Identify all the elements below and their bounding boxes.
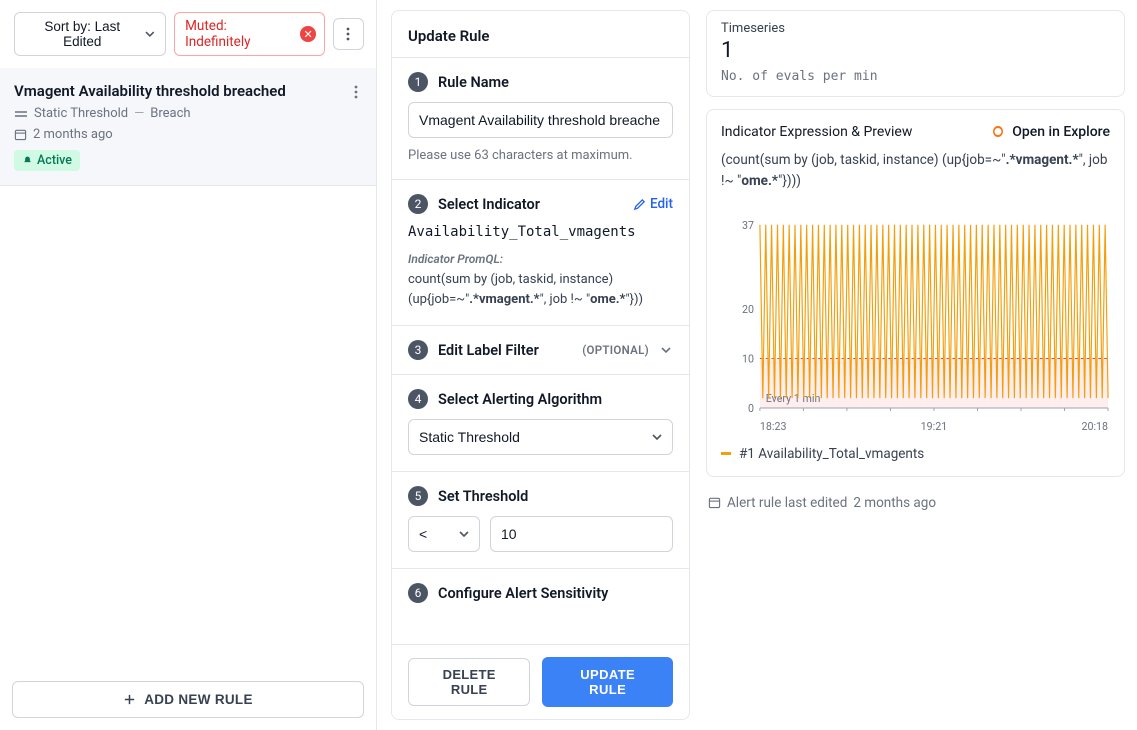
bell-icon	[22, 155, 33, 166]
rule-item-age: 2 months ago	[14, 127, 364, 142]
timeseries-hint: No. of evals per min	[721, 69, 1110, 84]
sidebar-more-button[interactable]	[333, 18, 364, 50]
caret-down-icon	[651, 431, 663, 443]
plus-icon	[123, 693, 136, 706]
step-alerting-algorithm: 4 Select Alerting Algorithm	[392, 374, 689, 471]
chart-legend: #1 Availability_Total_vmagents	[721, 446, 1110, 462]
chevron-down-icon	[659, 343, 673, 357]
step-title: Select Alerting Algorithm	[438, 391, 673, 408]
last-edited-row: Alert rule last edited 2 months ago	[706, 495, 1125, 511]
rules-sidebar: Sort by: Last Edited Muted: Indefinitely…	[0, 0, 377, 730]
step-number: 1	[408, 72, 428, 92]
indicator-name: Availability_Total_vmagents	[408, 224, 673, 240]
mute-filter-label: Muted: Indefinitely	[185, 18, 292, 50]
optional-tag: (OPTIONAL)	[582, 343, 649, 357]
rule-name-input[interactable]	[408, 102, 673, 138]
sort-by-button[interactable]: Sort by: Last Edited	[14, 12, 166, 56]
timeseries-label: Timeseries	[721, 21, 1110, 36]
step-title: Set Threshold	[438, 488, 673, 505]
step-select-indicator: 2 Select Indicator Edit Availability_Tot…	[392, 179, 689, 325]
step-label-filter[interactable]: 3 Edit Label Filter (OPTIONAL)	[392, 325, 689, 374]
sort-by-label: Sort by: Last Edited	[25, 19, 139, 49]
add-rule-button[interactable]: ADD NEW RULE	[12, 681, 364, 718]
mute-filter-chip[interactable]: Muted: Indefinitely ✕	[174, 12, 325, 56]
rule-item-subtitle: Static Threshold — Breach	[14, 106, 364, 121]
step-number: 4	[408, 389, 428, 409]
step-number: 2	[408, 194, 428, 214]
panel-footer: DELETE RULE UPDATE RULE	[392, 644, 689, 719]
calendar-icon	[14, 128, 27, 141]
threshold-value-input[interactable]	[490, 516, 673, 552]
rule-item-mode: Breach	[150, 106, 190, 121]
timeseries-value: 1	[721, 38, 1110, 63]
open-in-explore-link[interactable]: Open in Explore	[990, 124, 1110, 140]
indicator-expression-text: (count(sum by (job, taskid, instance) (u…	[721, 150, 1110, 192]
step-title: Configure Alert Sensitivity	[438, 585, 673, 602]
edit-indicator-link[interactable]: Edit	[633, 196, 673, 212]
update-rule-panel-container: Update Rule 1 Rule Name Please use 63 ch…	[377, 0, 702, 730]
step-rule-name: 1 Rule Name Please use 63 characters at …	[392, 57, 689, 179]
sidebar-toolbar: Sort by: Last Edited Muted: Indefinitely…	[0, 0, 376, 68]
delete-rule-button[interactable]: DELETE RULE	[408, 658, 530, 706]
legend-swatch	[721, 452, 731, 455]
panel-title: Update Rule	[392, 11, 689, 57]
threshold-icon	[14, 107, 28, 121]
chart-svg: 010203718:2319:2120:18Every 1 min	[721, 206, 1110, 436]
svg-text:20: 20	[742, 303, 754, 316]
rule-item-more-button[interactable]	[342, 78, 370, 110]
preview-chart: 010203718:2319:2120:18Every 1 min	[721, 206, 1110, 436]
rule-item-title: Vmagent Availability threshold breached	[14, 82, 364, 100]
kebab-icon	[348, 84, 364, 100]
caret-down-icon	[458, 528, 470, 540]
svg-text:37: 37	[742, 219, 754, 232]
rule-name-helper: Please use 63 characters at maximum.	[408, 148, 673, 163]
algorithm-select[interactable]	[408, 419, 673, 455]
step-set-threshold: 5 Set Threshold	[392, 471, 689, 568]
svg-text:10: 10	[742, 352, 754, 365]
step-title: Rule Name	[438, 74, 673, 91]
rule-item-type: Static Threshold	[34, 106, 128, 121]
caret-down-icon	[145, 29, 155, 39]
step-alert-sensitivity: 6 Configure Alert Sensitivity	[392, 568, 689, 609]
step-number: 5	[408, 486, 428, 506]
rule-status-badge: Active	[14, 150, 80, 171]
legend-label: #1 Availability_Total_vmagents	[739, 446, 924, 462]
indicator-promql-body: count(sum by (job, taskid, instance) (up…	[408, 270, 673, 309]
pencil-icon	[633, 198, 646, 211]
step-number: 3	[408, 340, 428, 360]
kebab-icon	[340, 26, 356, 42]
svg-text:0: 0	[748, 402, 754, 415]
svg-text:19:21: 19:21	[921, 420, 948, 433]
indicator-promql-label: Indicator PromQL:	[408, 252, 673, 266]
svg-text:18:23: 18:23	[760, 420, 787, 433]
update-rule-button[interactable]: UPDATE RULE	[542, 657, 673, 707]
step-title: Select Indicator	[438, 196, 623, 213]
step-number: 6	[408, 583, 428, 603]
indicator-preview-card: Indicator Expression & Preview Open in E…	[706, 109, 1125, 477]
svg-text:20:18: 20:18	[1081, 420, 1108, 433]
timeseries-card: Timeseries 1 No. of evals per min	[706, 10, 1125, 97]
calendar-icon	[708, 496, 721, 509]
update-rule-panel: Update Rule 1 Rule Name Please use 63 ch…	[391, 10, 690, 720]
preview-title: Indicator Expression & Preview	[721, 124, 912, 140]
rule-list-item[interactable]: Vmagent Availability threshold breached …	[0, 68, 376, 186]
close-icon[interactable]: ✕	[300, 26, 316, 42]
grafana-icon	[990, 124, 1006, 140]
right-column: Timeseries 1 No. of evals per min Indica…	[702, 0, 1137, 730]
step-title: Edit Label Filter	[438, 342, 572, 359]
